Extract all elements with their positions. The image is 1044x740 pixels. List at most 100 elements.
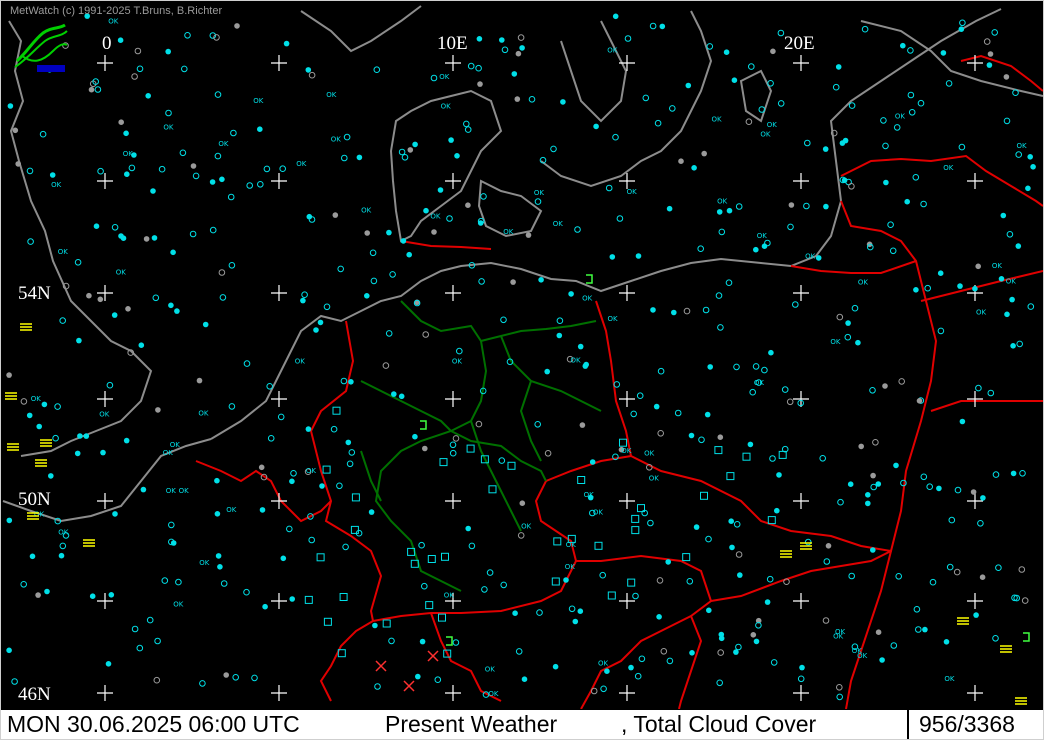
grid-cross: [271, 593, 287, 609]
station-marker: [220, 580, 228, 587]
station-marker: [991, 29, 999, 36]
station-square-marker: [553, 537, 562, 546]
station-ok-label: OK: [608, 315, 619, 323]
station-marker: [515, 50, 522, 57]
station-marker: [218, 269, 226, 276]
station-marker: [634, 672, 642, 680]
station-marker: [128, 164, 136, 172]
station-marker: [836, 684, 843, 691]
station-marker: [753, 638, 760, 645]
station-marker: [6, 372, 12, 378]
station-marker: [1021, 597, 1029, 604]
thunderstorm-symbol: [375, 660, 387, 672]
station-marker: [767, 80, 774, 87]
station-marker: [870, 472, 876, 479]
station-marker: [93, 223, 100, 229]
station-marker: [423, 207, 429, 214]
station-marker: [770, 48, 776, 55]
station-marker: [12, 127, 19, 134]
fog-symbol: [1000, 645, 1012, 653]
station-marker: [372, 622, 378, 629]
station-marker: [632, 592, 639, 600]
station-marker: [685, 82, 692, 89]
station-marker: [257, 126, 263, 132]
station-marker: [636, 392, 644, 400]
station-marker: [59, 542, 67, 550]
station-marker: [465, 525, 472, 532]
station-ok-label: OK: [649, 474, 660, 482]
station-marker: [373, 66, 381, 73]
station-marker: [1025, 185, 1031, 192]
station-square-marker: [382, 619, 391, 628]
station-square-marker: [322, 465, 331, 474]
station-ok-label: OK: [226, 506, 237, 514]
station-marker: [152, 294, 160, 302]
weather-map[interactable]: OK OK OK OK OK OK OK OK OK OK OK OK OK OK OK OK OK OK OK OK…: [1, 1, 1043, 709]
station-marker: [716, 679, 724, 687]
station-marker: [234, 23, 240, 29]
station-marker: [517, 34, 525, 41]
station-marker: [731, 77, 738, 83]
station-marker: [374, 683, 381, 690]
station-square-marker: [726, 472, 735, 481]
station-marker: [88, 86, 95, 93]
station-marker: [280, 555, 287, 562]
station-marker: [534, 421, 542, 428]
status-separator: [907, 710, 909, 739]
thunderstorm-symbol: [403, 680, 415, 692]
station-marker: [776, 472, 782, 478]
station-marker: [702, 306, 710, 314]
station-marker: [449, 441, 457, 449]
station-marker: [301, 291, 308, 299]
station-marker: [766, 575, 774, 583]
station-marker: [616, 215, 624, 222]
station-marker: [975, 263, 981, 270]
station-marker: [823, 203, 829, 210]
grid-cross: [619, 55, 635, 71]
station-marker: [454, 153, 460, 159]
station-marker: [701, 150, 707, 157]
grid-cross: [793, 685, 809, 701]
station-square-marker: [332, 406, 341, 415]
station-ok-label: OK: [163, 123, 174, 131]
grid-label-lon-0: 0: [102, 33, 112, 54]
station-marker: [822, 146, 829, 152]
station-ok-label: OK: [976, 309, 987, 317]
station-ok-label: OK: [430, 213, 441, 221]
station-marker: [262, 603, 268, 610]
station-marker: [723, 49, 730, 55]
station-marker: [825, 543, 832, 549]
station-marker: [550, 145, 557, 153]
station-marker: [305, 426, 312, 432]
station-ok-label: OK: [198, 410, 209, 418]
station-marker: [745, 118, 753, 125]
station-marker: [972, 285, 978, 292]
station-marker: [486, 569, 494, 576]
station-marker: [612, 133, 619, 141]
station-marker: [179, 149, 187, 157]
station-marker: [657, 367, 665, 375]
station-marker: [138, 342, 145, 349]
station-ok-label: OK: [534, 189, 545, 197]
station-marker: [945, 80, 953, 87]
station-marker: [286, 525, 293, 533]
station-marker: [143, 236, 150, 242]
station-marker: [977, 520, 984, 527]
station-marker: [217, 564, 223, 570]
station-marker: [781, 386, 789, 393]
station-marker: [519, 500, 526, 507]
station-marker: [27, 238, 34, 245]
station-marker: [605, 184, 613, 192]
station-marker: [369, 249, 377, 257]
station-marker: [898, 378, 906, 385]
station-square-marker: [627, 578, 636, 587]
station-square-marker: [631, 514, 640, 523]
station-marker: [1000, 212, 1007, 219]
station-marker: [835, 64, 842, 70]
station-marker: [870, 483, 878, 491]
station-marker: [214, 91, 222, 98]
station-marker: [958, 143, 966, 151]
station-ok-label: OK: [441, 103, 452, 111]
station-marker: [865, 492, 871, 498]
station-ok-label: OK: [852, 647, 863, 655]
